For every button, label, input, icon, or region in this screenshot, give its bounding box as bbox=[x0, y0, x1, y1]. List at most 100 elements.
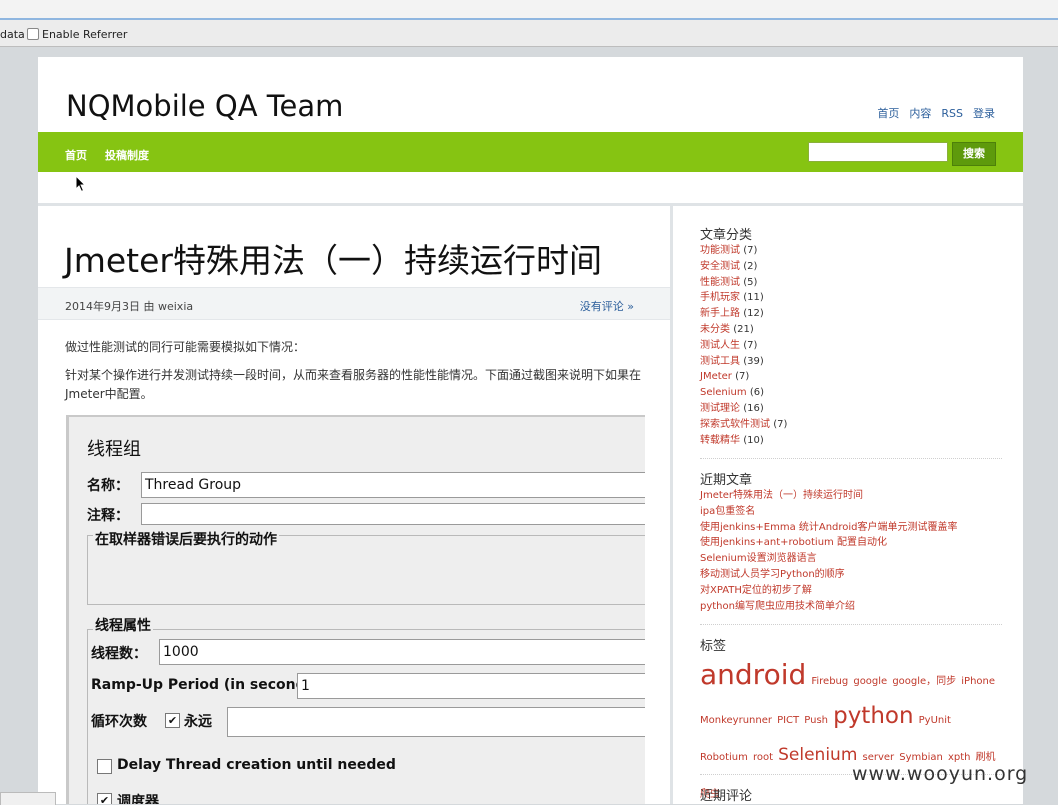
recent-post-item: Jmeter特殊用法（一）持续运行时间 bbox=[700, 488, 958, 504]
post-meta: 2014年9月3日 由 weixia 没有评论 » bbox=[38, 287, 670, 320]
category-item: 未分类 (21) bbox=[700, 322, 787, 338]
tag-link[interactable]: Selenium bbox=[778, 745, 857, 765]
tag-link[interactable]: Push bbox=[804, 715, 828, 726]
toolbar-prefix: data bbox=[0, 28, 25, 41]
post-comments-link[interactable]: 没有评论 » bbox=[580, 298, 634, 314]
category-item: Selenium (6) bbox=[700, 385, 787, 401]
recent-post-link[interactable]: python编写爬虫应用技术简单介绍 bbox=[700, 601, 855, 612]
scheduler-label: 调度器 bbox=[117, 794, 159, 804]
post-paragraph: 针对某个操作进行并发测试持续一段时间，从而来查看服务器的性能性能情况。下面通过截… bbox=[65, 368, 642, 401]
category-link[interactable]: 测试理论 bbox=[700, 403, 740, 414]
tag-link[interactable]: 刷机 bbox=[976, 752, 996, 763]
categories-heading: 文章分类 bbox=[700, 228, 753, 243]
category-count: (10) bbox=[743, 434, 764, 446]
category-count: (16) bbox=[743, 402, 764, 414]
top-nav-home[interactable]: 首页 bbox=[877, 107, 899, 120]
category-link[interactable]: 探索式软件测试 bbox=[700, 419, 770, 430]
tag-link[interactable]: PICT bbox=[777, 715, 799, 726]
recent-post-link[interactable]: 移动测试人员学习Python的顺序 bbox=[700, 569, 845, 580]
loop-count-field bbox=[227, 707, 645, 737]
category-count: (7) bbox=[743, 245, 758, 256]
error-action-label: 在取样器错误后要执行的动作 bbox=[93, 529, 279, 549]
recent-post-link[interactable]: Jmeter特殊用法（一）持续运行时间 bbox=[700, 490, 863, 501]
sidebar-divider bbox=[700, 624, 1002, 625]
top-nav-rss[interactable]: RSS bbox=[941, 107, 963, 120]
recent-post-link[interactable]: 使用jenkins+Emma 统计Android客户端单元测试覆盖率 bbox=[700, 522, 958, 533]
thread-props-label: 线程属性 bbox=[93, 615, 153, 635]
top-nav: 首页 内容 RSS 登录 bbox=[867, 105, 995, 121]
tag-link[interactable]: Robotium bbox=[700, 752, 748, 763]
rampup-label: Ramp-Up Period (in seconds): bbox=[91, 677, 326, 693]
recent-post-link[interactable]: 对XPATH定位的初步了解 bbox=[700, 585, 812, 596]
mouse-cursor-icon bbox=[75, 175, 87, 193]
tag-link[interactable]: Monkeyrunner bbox=[700, 715, 772, 726]
name-label: 名称： bbox=[87, 478, 129, 494]
search-input[interactable] bbox=[808, 142, 948, 162]
search-button[interactable]: 搜索 bbox=[952, 142, 996, 166]
top-nav-login[interactable]: 登录 bbox=[973, 107, 995, 120]
tag-link[interactable]: python bbox=[833, 703, 913, 729]
category-item: 测试人生 (7) bbox=[700, 338, 787, 354]
tags-heading: 标签 bbox=[700, 639, 727, 654]
recent-post-item: 使用jenkins+Emma 统计Android客户端单元测试覆盖率 bbox=[700, 520, 958, 536]
browser-tab-stub[interactable] bbox=[0, 792, 56, 805]
tag-link[interactable]: google，同步 bbox=[892, 676, 956, 687]
nav-item-home[interactable]: 首页 bbox=[65, 147, 87, 163]
category-item: 转载精华 (10) bbox=[700, 433, 787, 449]
enable-referrer-checkbox[interactable] bbox=[27, 28, 39, 40]
recent-post-link[interactable]: ipa包重签名 bbox=[700, 506, 755, 517]
tag-link[interactable]: root bbox=[753, 752, 773, 763]
category-link[interactable]: 安全测试 bbox=[700, 261, 740, 272]
category-link[interactable]: 测试人生 bbox=[700, 340, 740, 351]
category-item: 安全测试 (2) bbox=[700, 259, 787, 275]
thread-count-label: 线程数： bbox=[91, 646, 147, 662]
tag-link[interactable]: xpth bbox=[948, 752, 971, 763]
thread-count-field: 1000 bbox=[159, 639, 645, 665]
tag-link[interactable]: android bbox=[700, 658, 806, 691]
enable-referrer-label[interactable]: Enable Referrer bbox=[42, 28, 127, 41]
recent-post-item: 移动测试人员学习Python的顺序 bbox=[700, 567, 958, 583]
category-item: 功能测试 (7) bbox=[700, 243, 787, 259]
tag-link[interactable]: Symbian bbox=[899, 752, 943, 763]
rampup-field: 1 bbox=[297, 673, 645, 699]
category-link[interactable]: Selenium bbox=[700, 387, 747, 398]
category-link[interactable]: 手机玩家 bbox=[700, 292, 740, 303]
recent-post-item: 对XPATH定位的初步了解 bbox=[700, 583, 958, 599]
recent-post-item: ipa包重签名 bbox=[700, 504, 958, 520]
top-nav-contents[interactable]: 内容 bbox=[909, 107, 931, 120]
category-link[interactable]: 测试工具 bbox=[700, 356, 740, 367]
recent-post-link[interactable]: Selenium设置浏览器语言 bbox=[700, 553, 817, 564]
category-link[interactable]: 转载精华 bbox=[700, 435, 740, 446]
nav-item-submission[interactable]: 投稿制度 bbox=[105, 147, 149, 163]
recent-post-link[interactable]: 使用jenkins+ant+robotium 配置自动化 bbox=[700, 537, 887, 548]
category-count: (7) bbox=[773, 418, 788, 430]
tag-link[interactable]: Firebug bbox=[811, 676, 848, 687]
category-count: (2) bbox=[743, 260, 758, 272]
tag-link[interactable]: server bbox=[862, 752, 894, 763]
category-link[interactable]: 未分类 bbox=[700, 324, 730, 335]
browser-top-edge bbox=[0, 0, 1058, 20]
category-link[interactable]: 新手上路 bbox=[700, 308, 740, 319]
thread-group-heading: 线程组 bbox=[87, 439, 141, 460]
category-item: 手机玩家 (11) bbox=[700, 290, 787, 306]
browser-toolbar: data Enable Referrer bbox=[0, 20, 1058, 47]
category-link[interactable]: 功能测试 bbox=[700, 245, 740, 256]
category-link[interactable]: 性能测试 bbox=[700, 277, 740, 288]
loop-count-label: 循环次数 bbox=[91, 714, 147, 730]
forever-label: 永远 bbox=[184, 714, 212, 730]
category-item: 性能测试 (5) bbox=[700, 275, 787, 291]
tag-link[interactable]: iPhone bbox=[961, 676, 995, 687]
site-title[interactable]: NQMobile QA Team bbox=[66, 89, 343, 123]
post-title[interactable]: Jmeter特殊用法（一）持续运行时间 bbox=[64, 234, 602, 282]
tag-link[interactable]: PyUnit bbox=[919, 715, 951, 726]
recent-post-item: python编写爬虫应用技术简单介绍 bbox=[700, 599, 958, 615]
category-item: 探索式软件测试 (7) bbox=[700, 417, 787, 433]
category-item: 测试理论 (16) bbox=[700, 401, 787, 417]
webpage: NQMobile QA Team 首页 内容 RSS 登录 首页 投稿制度 搜索 Jm… bbox=[38, 57, 1023, 804]
main-nav-bar: 首页 投稿制度 搜索 bbox=[38, 132, 1023, 172]
tag-link[interactable]: google bbox=[853, 676, 887, 687]
category-link[interactable]: JMeter bbox=[700, 371, 732, 382]
recent-posts-list: Jmeter特殊用法（一）持续运行时间 ipa包重签名使用jenkins+Emma… bbox=[700, 488, 958, 614]
recent-post-item: 使用jenkins+ant+robotium 配置自动化 bbox=[700, 535, 958, 551]
jmeter-screenshot: 线程组 名称： Thread Group 注释： 在取样器错误后要执行的动作 线… bbox=[66, 415, 645, 804]
